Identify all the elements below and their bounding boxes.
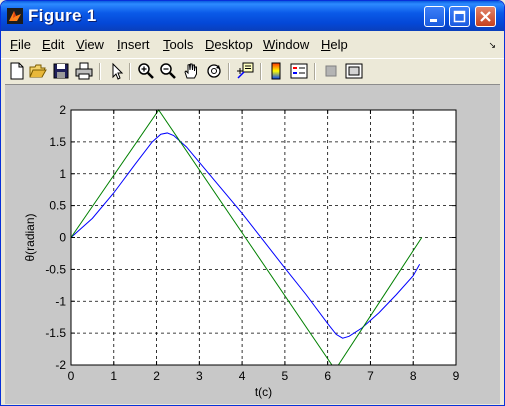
figure-window: Figure 1 ↘ File Edit View Insert Tools Deskto… xyxy=(0,0,505,406)
open-file-icon[interactable] xyxy=(29,62,47,80)
close-icon xyxy=(480,11,491,22)
x-axis-label: t(c) xyxy=(255,385,272,399)
menu-file[interactable]: File xyxy=(10,37,31,52)
y-tick-label: 0 xyxy=(59,231,66,245)
menu-tools[interactable]: Tools xyxy=(163,37,193,52)
new-figure-icon[interactable] xyxy=(8,62,26,80)
x-tick-label: 3 xyxy=(196,369,203,383)
rotate-3d-icon[interactable] xyxy=(205,62,223,80)
y-tick-label: -2 xyxy=(55,358,66,372)
menu-view[interactable]: View xyxy=(76,37,104,52)
maximize-icon xyxy=(453,10,466,23)
save-icon[interactable] xyxy=(52,62,70,80)
figure-toolbar xyxy=(1,58,504,83)
matlab-figure-icon xyxy=(7,8,23,24)
colorbar-icon[interactable] xyxy=(267,62,285,80)
x-tick-label: 2 xyxy=(153,369,160,383)
title-bar[interactable]: Figure 1 xyxy=(1,1,504,31)
menu-overflow-arrow[interactable]: ↘ xyxy=(488,40,496,51)
zoom-out-icon[interactable] xyxy=(159,62,177,80)
menu-help[interactable]: Help xyxy=(321,37,348,52)
menu-edit[interactable]: Edit xyxy=(42,37,64,52)
x-tick-label: 8 xyxy=(410,369,417,383)
y-tick-label: -1 xyxy=(55,294,66,308)
data-cursor-icon[interactable] xyxy=(236,62,254,80)
window-title: Figure 1 xyxy=(28,6,97,25)
hide-plot-tools-icon[interactable] xyxy=(322,62,340,80)
plot-svg: 0 1 2 3 4 5 6 7 8 9 -2 -1.5 -1 -0.5 0 0.5 1 1.5 2 t(c) θ(r… xyxy=(23,103,460,399)
x-tick-label: 9 xyxy=(453,369,460,383)
show-plot-tools-icon[interactable] xyxy=(345,62,363,80)
y-tick-label: 1.5 xyxy=(49,135,66,149)
x-tick-label: 7 xyxy=(367,369,374,383)
x-tick-label: 5 xyxy=(282,369,289,383)
y-tick-label: -1.5 xyxy=(45,326,66,340)
minimize-icon xyxy=(430,19,437,22)
menu-insert[interactable]: Insert xyxy=(117,37,150,52)
x-tick-label: 6 xyxy=(324,369,331,383)
y-tick-label: -0.5 xyxy=(45,262,66,276)
x-tick-label: 0 xyxy=(68,369,75,383)
figure-canvas[interactable]: 0 1 2 3 4 5 6 7 8 9 -2 -1.5 -1 -0.5 0 0.5 1 1.5 2 t(c) θ(r… xyxy=(5,84,500,404)
y-tick-label: 2 xyxy=(59,103,66,117)
x-tick-label: 4 xyxy=(239,369,246,383)
minimize-button[interactable] xyxy=(424,6,445,27)
close-button[interactable] xyxy=(475,6,496,27)
grid-layer xyxy=(71,110,456,365)
y-tick-label: 1 xyxy=(59,167,66,181)
menu-bar: ↘ File Edit View Insert Tools Desktop Window He… xyxy=(1,34,504,56)
menu-window[interactable]: Window xyxy=(263,37,309,52)
menu-desktop[interactable]: Desktop xyxy=(205,37,253,52)
y-tick-label: 0.5 xyxy=(49,199,66,213)
print-icon[interactable] xyxy=(75,62,93,80)
pan-hand-icon[interactable] xyxy=(182,62,200,80)
y-axis-label: θ(radian) xyxy=(23,213,37,261)
zoom-in-icon[interactable] xyxy=(137,62,155,80)
edit-plot-arrow-icon[interactable] xyxy=(108,62,126,80)
legend-icon[interactable] xyxy=(290,62,308,80)
maximize-button[interactable] xyxy=(449,6,470,27)
x-tick-label: 1 xyxy=(110,369,117,383)
